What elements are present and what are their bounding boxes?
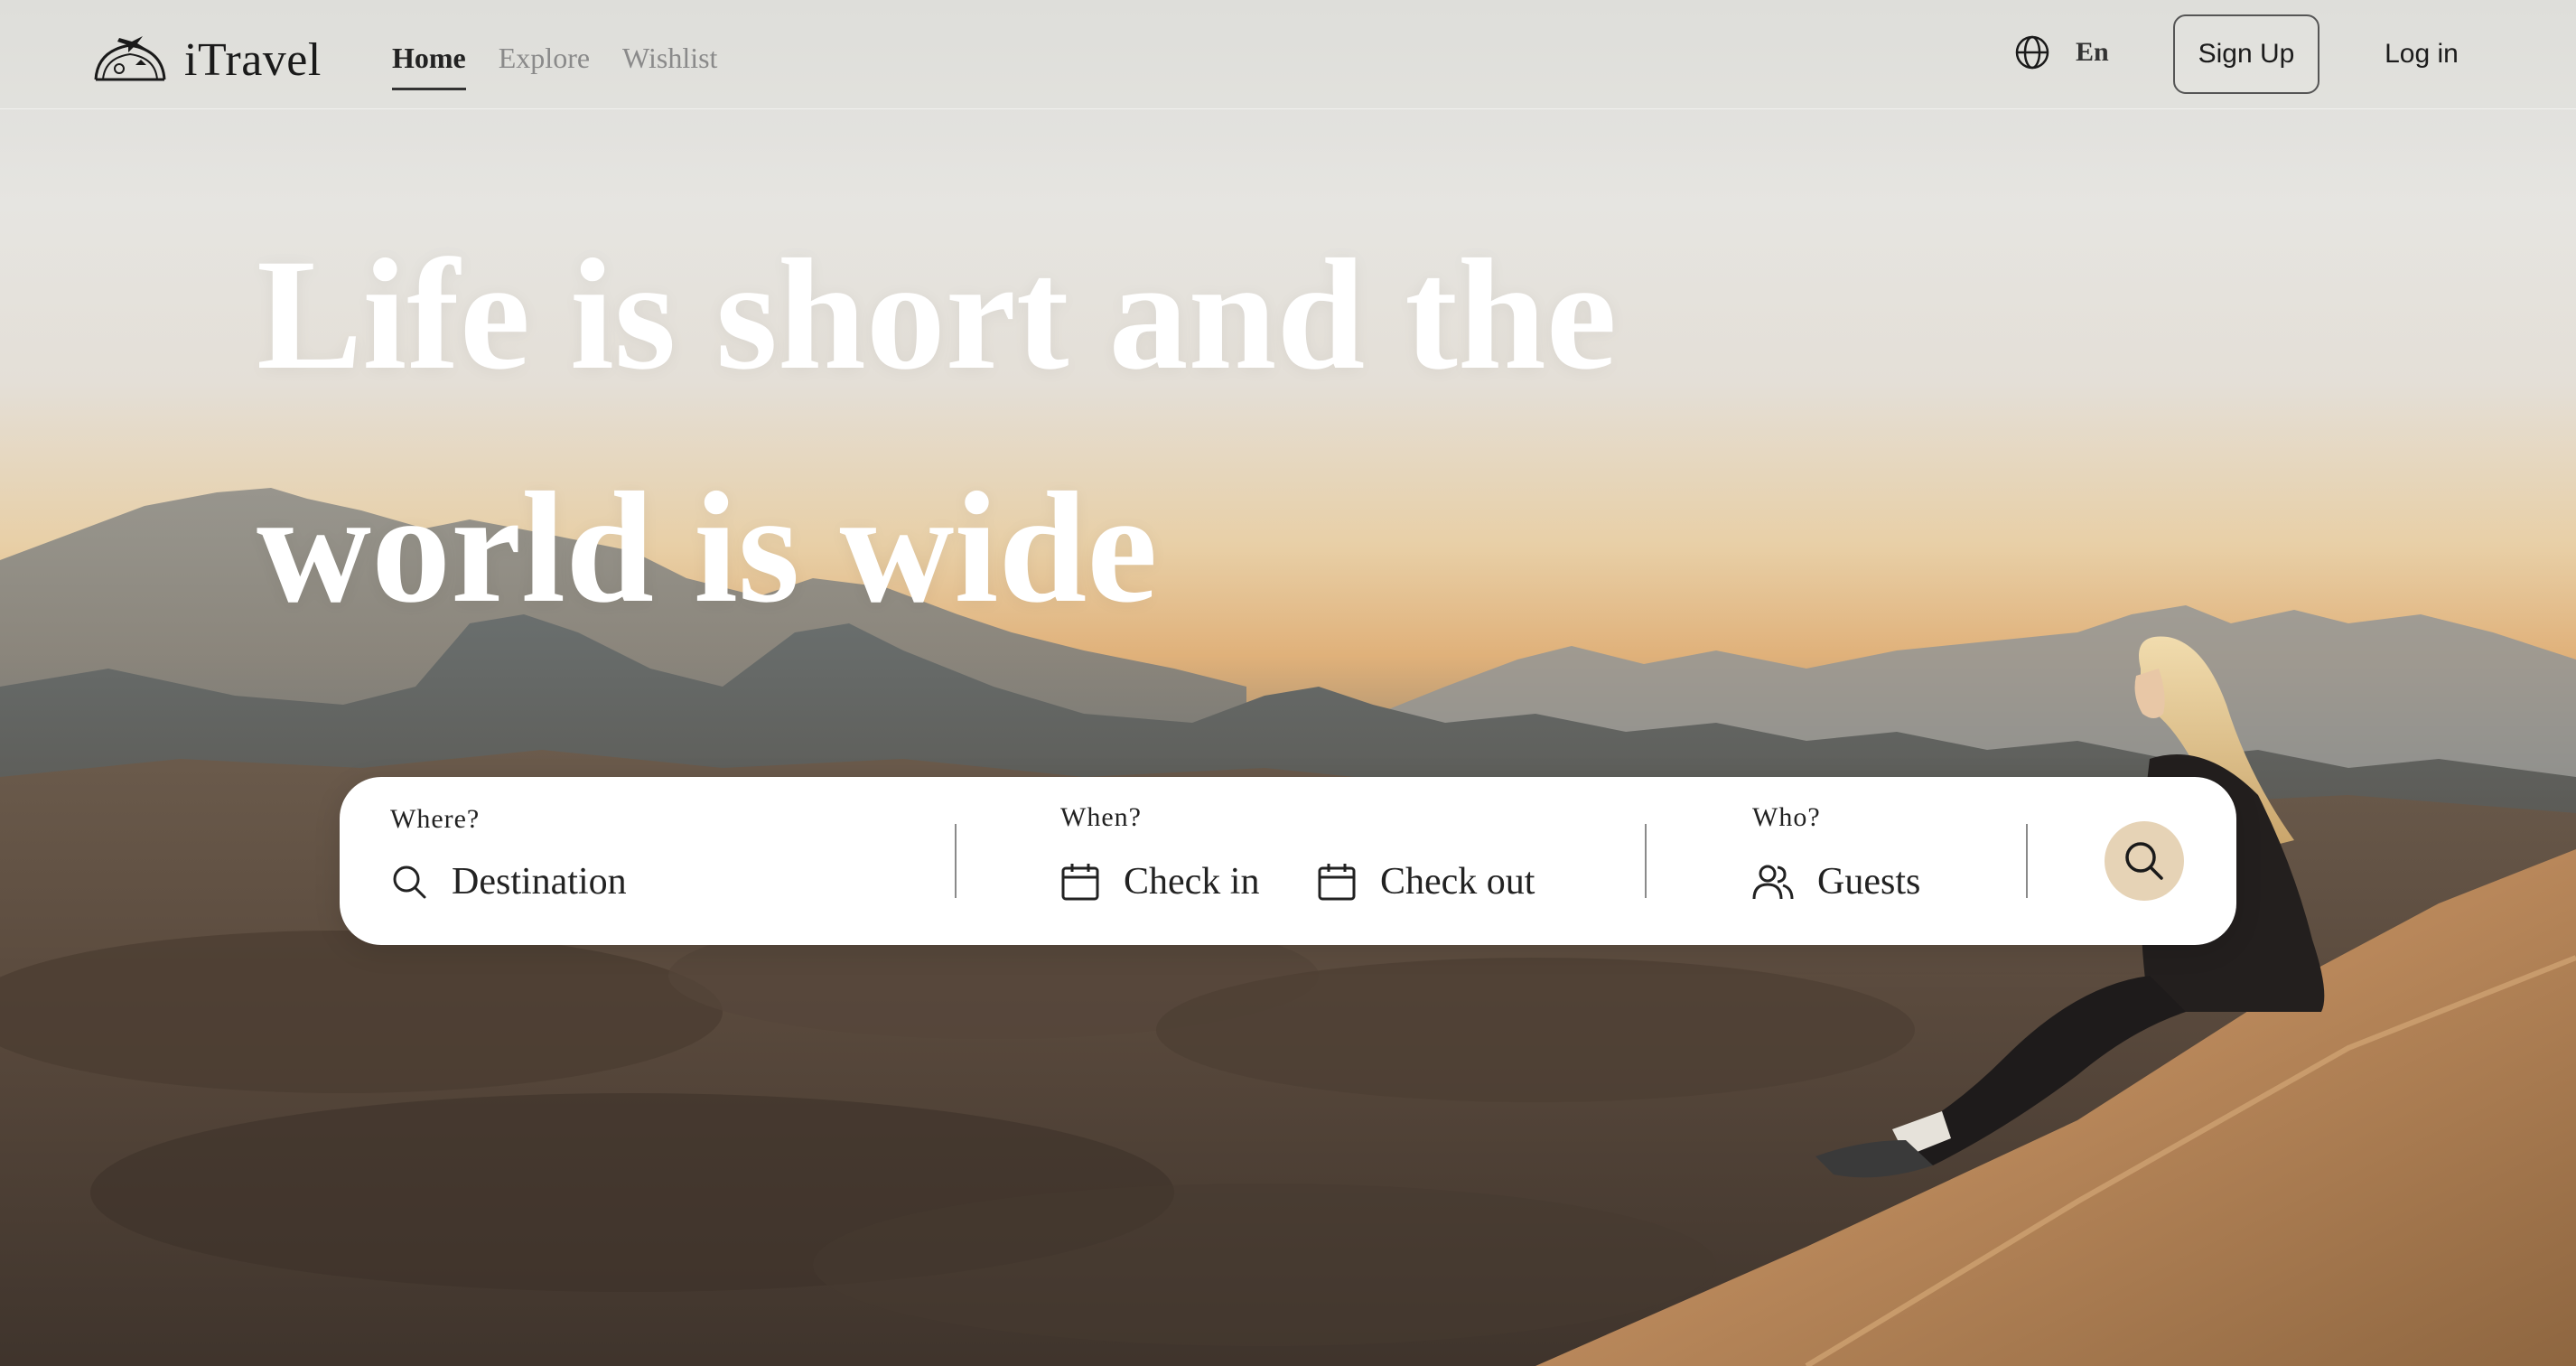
main-nav: Home Explore Wishlist xyxy=(392,42,717,90)
language-selector[interactable]: En xyxy=(2014,34,2109,70)
calendar-icon xyxy=(1061,864,1099,901)
search-icon xyxy=(2125,842,2163,880)
nav-home[interactable]: Home xyxy=(392,42,466,90)
log-in-button[interactable]: Log in xyxy=(2359,14,2484,94)
users-icon xyxy=(1752,865,1794,900)
destination-field[interactable]: Destination xyxy=(390,856,627,907)
when-label: When? xyxy=(1060,802,1142,832)
check-out-field[interactable]: Check out xyxy=(1317,856,1535,907)
check-in-placeholder: Check in xyxy=(1124,861,1260,903)
who-section[interactable]: Who? Guests xyxy=(1752,777,2077,945)
when-section: When? Check in Check out xyxy=(1060,777,1638,945)
search-bar: Where? Destination When? Check in Check … xyxy=(340,777,2236,945)
where-label: Where? xyxy=(390,804,481,834)
check-out-placeholder: Check out xyxy=(1380,861,1535,903)
top-navbar: iTravel Home Explore Wishlist En Sign Up… xyxy=(0,0,2576,109)
hero-headline-line2: world is wide xyxy=(257,460,1158,636)
nav-wishlist[interactable]: Wishlist xyxy=(622,42,717,90)
destination-placeholder: Destination xyxy=(452,861,627,903)
brand-logo[interactable]: iTravel xyxy=(92,27,322,92)
logo-icon xyxy=(94,36,166,81)
guests-placeholder: Guests xyxy=(1817,861,1921,903)
check-in-field[interactable]: Check in xyxy=(1060,856,1259,907)
page: iTravel Home Explore Wishlist En Sign Up… xyxy=(0,0,2576,1366)
calendar-icon xyxy=(1318,864,1356,901)
brand-name: iTravel xyxy=(184,33,322,86)
hero-headline: Life is short and the world is wide xyxy=(257,199,1973,665)
sign-up-button[interactable]: Sign Up xyxy=(2173,14,2319,94)
where-section[interactable]: Where? Destination xyxy=(390,777,950,945)
search-divider xyxy=(1645,824,1647,898)
search-divider xyxy=(955,824,957,898)
hero-headline-line1: Life is short and the xyxy=(257,227,1617,403)
search-icon xyxy=(393,865,426,899)
globe-icon xyxy=(2015,35,2049,70)
language-label: En xyxy=(2076,37,2109,67)
search-divider xyxy=(2026,824,2028,898)
who-label: Who? xyxy=(1752,802,1821,832)
search-submit-button[interactable] xyxy=(2105,821,2184,901)
nav-explore[interactable]: Explore xyxy=(499,42,590,90)
guests-field[interactable]: Guests xyxy=(1752,856,1920,907)
